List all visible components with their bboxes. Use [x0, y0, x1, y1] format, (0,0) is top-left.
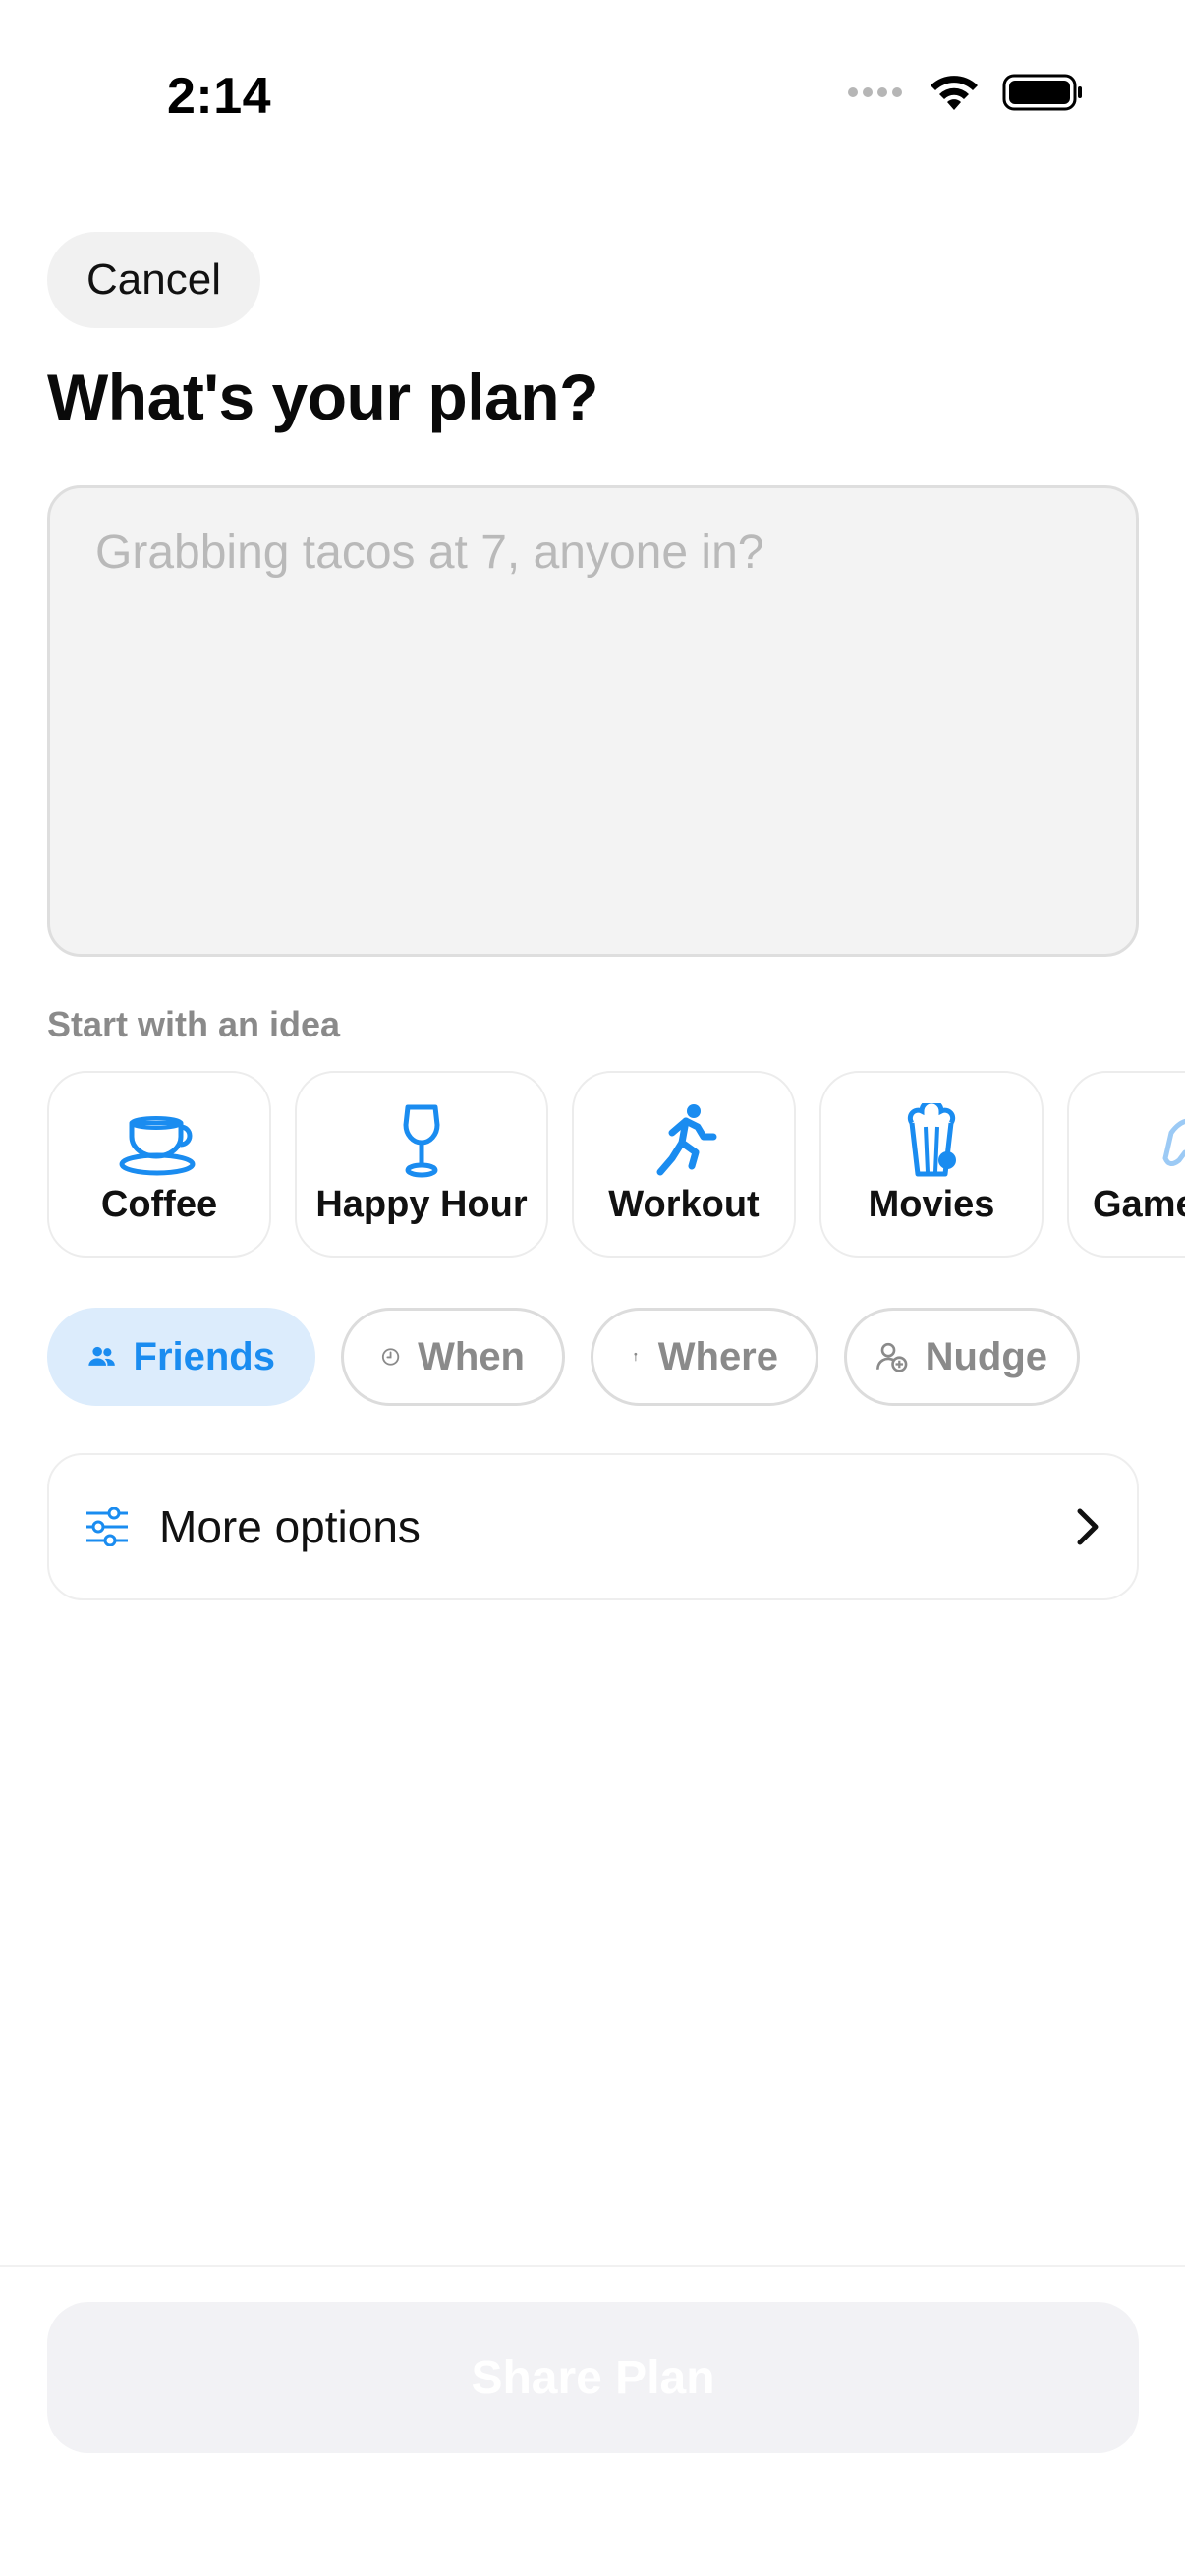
status-indicators [848, 73, 1083, 112]
cancel-button[interactable]: Cancel [47, 232, 260, 328]
create-plan-screen: 2:14 Cancel What's your plan? Start with… [0, 0, 1185, 2576]
chip-label: When [418, 1334, 525, 1378]
people-icon [88, 1346, 115, 1366]
plan-attribute-chips: Friends When Where Nudge [47, 1308, 1105, 1406]
idea-label: Game [1093, 1183, 1185, 1225]
page-title: What's your plan? [47, 361, 598, 433]
popcorn-icon [907, 1102, 956, 1176]
more-options-label: More options [159, 1501, 421, 1552]
person-add-icon [876, 1342, 908, 1372]
chip-nudge[interactable]: Nudge [844, 1308, 1080, 1406]
idea-card-game[interactable]: Game [1067, 1071, 1185, 1258]
sliders-icon [86, 1507, 128, 1546]
idea-card-happy-hour[interactable]: Happy Hour [295, 1071, 548, 1258]
share-plan-button[interactable]: Share Plan [47, 2302, 1139, 2453]
chevron-right-icon [1077, 1508, 1099, 1545]
wine-glass-icon [403, 1104, 440, 1177]
idea-label: Coffee [100, 1183, 218, 1225]
coffee-cup-icon [119, 1115, 196, 1175]
chip-label: Where [657, 1334, 778, 1378]
idea-label: Workout [608, 1183, 760, 1225]
game-controller-icon [1162, 1118, 1185, 1166]
chip-label: Friends [133, 1334, 275, 1378]
chip-friends[interactable]: Friends [47, 1308, 315, 1406]
idea-label: Movies [868, 1183, 995, 1225]
idea-card-coffee[interactable]: Coffee [47, 1071, 271, 1258]
status-time: 2:14 [167, 68, 272, 125]
chip-label: Nudge [925, 1334, 1047, 1378]
idea-card-workout[interactable]: Workout [572, 1071, 796, 1258]
ideas-carousel[interactable]: Coffee Happy Hour Workout Movies Gam [47, 1071, 1185, 1260]
running-person-icon [656, 1103, 717, 1175]
idea-card-movies[interactable]: Movies [819, 1071, 1044, 1258]
plan-input[interactable] [50, 488, 1136, 954]
wifi-icon [931, 76, 978, 110]
idea-label: Happy Hour [315, 1183, 528, 1225]
more-options-row[interactable]: More options [47, 1453, 1139, 1600]
footer-divider [0, 2265, 1185, 2267]
plan-input-container [47, 485, 1139, 957]
clock-icon [381, 1348, 400, 1366]
cellular-signal-icon [848, 87, 902, 97]
chip-when[interactable]: When [341, 1308, 565, 1406]
pin-icon [634, 1352, 638, 1362]
battery-icon [1002, 74, 1082, 111]
chip-where[interactable]: Where [591, 1308, 818, 1406]
ideas-label: Start with an idea [47, 1004, 341, 1044]
